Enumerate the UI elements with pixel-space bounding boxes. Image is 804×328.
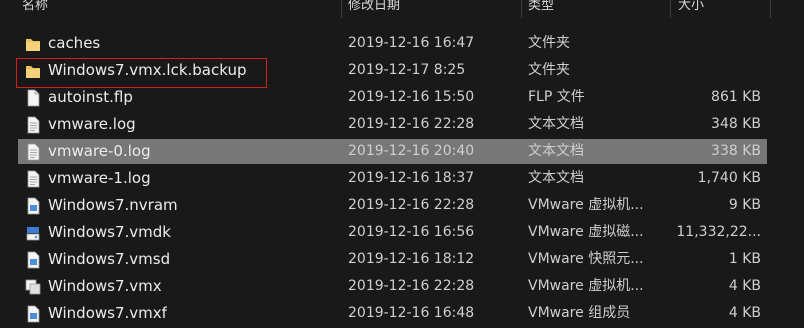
list-item[interactable]: vmware-1.log 2019-12-16 18:37 文本文档 1,740… xyxy=(0,165,804,192)
file-size xyxy=(640,30,761,57)
column-divider[interactable] xyxy=(770,0,771,18)
file-size: 4 KB xyxy=(728,278,761,294)
file-name: Windows7.nvram xyxy=(48,196,178,214)
file-name: vmware.log xyxy=(48,115,136,133)
column-divider[interactable] xyxy=(341,0,342,18)
column-divider[interactable] xyxy=(670,0,671,18)
list-item[interactable]: autoinst.flp 2019-12-16 15:50 FLP 文件 861… xyxy=(0,84,804,111)
file-name: vmware-1.log xyxy=(48,169,151,187)
file-size: 348 KB xyxy=(711,116,761,132)
column-date-header[interactable]: 修改日期 xyxy=(348,0,400,18)
file-name: caches xyxy=(48,34,101,52)
file-size: 1 KB xyxy=(728,251,761,267)
file-type: 文件夹 xyxy=(528,35,570,51)
file-type: VMware 虚拟机... xyxy=(528,278,644,294)
file-name: Windows7.vmx xyxy=(48,277,162,295)
file-name: vmware-0.log xyxy=(48,142,151,160)
folder-icon xyxy=(24,61,42,81)
file-size: 11,332,22... xyxy=(676,224,761,240)
list-item[interactable]: Windows7.vmdk 2019-12-16 16:56 VMware 虚拟… xyxy=(0,219,804,246)
column-divider[interactable] xyxy=(521,0,522,18)
file-date: 2019-12-16 20:40 xyxy=(348,143,475,159)
vmware-disk-icon xyxy=(24,223,42,243)
file-date: 2019-12-16 16:47 xyxy=(348,35,475,51)
file-size: 1,740 KB xyxy=(697,170,761,186)
file-date: 2019-12-16 15:50 xyxy=(348,89,475,105)
file-name: Windows7.vmsd xyxy=(48,250,171,268)
text-file-icon xyxy=(24,115,42,135)
text-file-icon xyxy=(24,142,42,162)
column-type-header[interactable]: 类型 xyxy=(528,0,554,18)
file-type: 文本文档 xyxy=(528,143,584,159)
file-date: 2019-12-16 18:37 xyxy=(348,170,475,186)
vmware-file-icon xyxy=(24,304,42,324)
list-item[interactable]: vmware.log 2019-12-16 22:28 文本文档 348 KB xyxy=(0,111,804,138)
file-date: 2019-12-17 8:25 xyxy=(348,62,466,78)
vmware-file-icon xyxy=(24,250,42,270)
file-date: 2019-12-16 22:28 xyxy=(348,197,475,213)
list-item[interactable]: Windows7.vmx 2019-12-16 22:28 VMware 虚拟机… xyxy=(0,273,804,300)
file-type: VMware 虚拟磁... xyxy=(528,224,644,240)
list-item[interactable]: Windows7.vmsd 2019-12-16 18:12 VMware 快照… xyxy=(0,246,804,273)
file-type: 文本文档 xyxy=(528,116,584,132)
file-size: 9 KB xyxy=(728,197,761,213)
vmware-vmx-icon xyxy=(24,277,42,297)
file-size: 338 KB xyxy=(711,143,761,159)
file-type: VMware 快照元... xyxy=(528,251,644,267)
folder-icon xyxy=(24,34,42,54)
file-list: caches 2019-12-16 16:47 文件夹 Windows7.vmx… xyxy=(0,30,804,327)
file-size xyxy=(640,57,761,84)
file-name: Windows7.vmx.lck.backup xyxy=(48,61,247,79)
file-type: VMware 虚拟机... xyxy=(528,197,644,213)
list-item[interactable]: Windows7.nvram 2019-12-16 22:28 VMware 虚… xyxy=(0,192,804,219)
list-item[interactable]: Windows7.vmx.lck.backup 2019-12-17 8:25 … xyxy=(0,57,804,88)
column-size-header[interactable]: 大小 xyxy=(678,0,704,18)
file-size: 861 KB xyxy=(711,89,761,105)
column-name-header[interactable]: 名称 xyxy=(22,0,48,18)
file-type: 文件夹 xyxy=(528,62,570,78)
list-item[interactable]: caches 2019-12-16 16:47 文件夹 xyxy=(0,30,804,57)
file-type: FLP 文件 xyxy=(528,89,585,105)
vmware-file-icon xyxy=(24,196,42,216)
text-file-icon xyxy=(24,169,42,189)
file-date: 2019-12-16 22:28 xyxy=(348,116,475,132)
file-name: autoinst.flp xyxy=(48,88,133,106)
column-header: 名称 修改日期 类型 大小 xyxy=(0,0,804,18)
list-item[interactable]: vmware-0.log 2019-12-16 20:40 文本文档 338 K… xyxy=(0,138,804,165)
file-icon xyxy=(24,88,42,108)
file-date: 2019-12-16 16:56 xyxy=(348,224,475,240)
file-type: 文本文档 xyxy=(528,170,584,186)
file-date: 2019-12-16 18:12 xyxy=(348,251,475,267)
file-name: Windows7.vmdk xyxy=(48,223,171,241)
file-date: 2019-12-16 22:28 xyxy=(348,278,475,294)
